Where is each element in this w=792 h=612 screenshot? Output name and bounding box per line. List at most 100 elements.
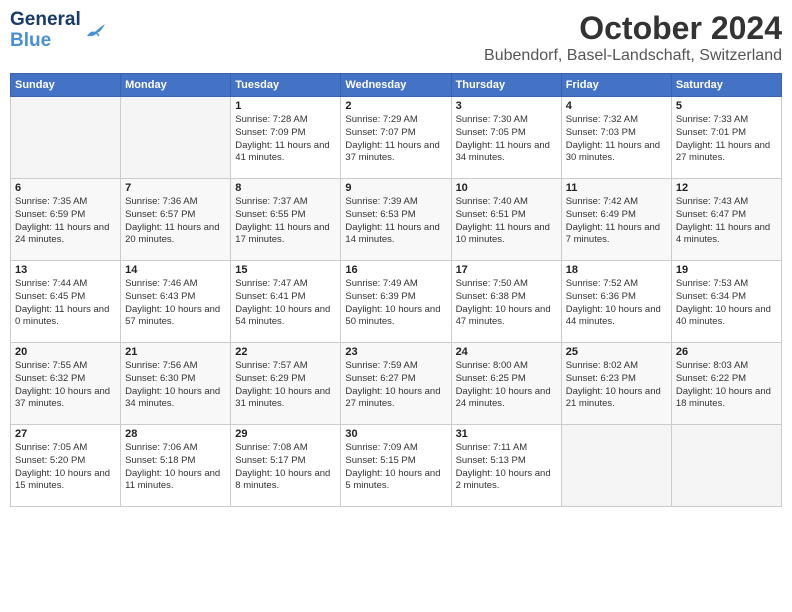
day-info: Sunrise: 8:00 AMSunset: 6:25 PMDaylight:… <box>456 360 557 411</box>
day-number: 14 <box>125 264 226 276</box>
day-number: 10 <box>456 182 557 194</box>
table-row: 20 Sunrise: 7:55 AMSunset: 6:32 PMDaylig… <box>11 343 121 425</box>
day-info: Sunrise: 7:39 AMSunset: 6:53 PMDaylight:… <box>345 196 446 247</box>
day-info: Sunrise: 7:49 AMSunset: 6:39 PMDaylight:… <box>345 278 446 329</box>
table-row: 30 Sunrise: 7:09 AMSunset: 5:15 PMDaylig… <box>341 425 451 507</box>
day-info: Sunrise: 8:03 AMSunset: 6:22 PMDaylight:… <box>676 360 777 411</box>
table-row: 8 Sunrise: 7:37 AMSunset: 6:55 PMDayligh… <box>231 179 341 261</box>
day-info: Sunrise: 7:52 AMSunset: 6:36 PMDaylight:… <box>566 278 667 329</box>
day-number: 18 <box>566 264 667 276</box>
table-row: 2 Sunrise: 7:29 AMSunset: 7:07 PMDayligh… <box>341 97 451 179</box>
table-row: 16 Sunrise: 7:49 AMSunset: 6:39 PMDaylig… <box>341 261 451 343</box>
day-info: Sunrise: 7:50 AMSunset: 6:38 PMDaylight:… <box>456 278 557 329</box>
table-row <box>11 97 121 179</box>
day-info: Sunrise: 7:44 AMSunset: 6:45 PMDaylight:… <box>15 278 116 329</box>
day-number: 2 <box>345 100 446 112</box>
day-number: 21 <box>125 346 226 358</box>
table-row: 28 Sunrise: 7:06 AMSunset: 5:18 PMDaylig… <box>121 425 231 507</box>
col-saturday: Saturday <box>671 74 781 97</box>
day-number: 3 <box>456 100 557 112</box>
day-info: Sunrise: 7:33 AMSunset: 7:01 PMDaylight:… <box>676 114 777 165</box>
day-info: Sunrise: 7:59 AMSunset: 6:27 PMDaylight:… <box>345 360 446 411</box>
day-info: Sunrise: 8:02 AMSunset: 6:23 PMDaylight:… <box>566 360 667 411</box>
day-number: 7 <box>125 182 226 194</box>
table-row: 10 Sunrise: 7:40 AMSunset: 6:51 PMDaylig… <box>451 179 561 261</box>
day-info: Sunrise: 7:56 AMSunset: 6:30 PMDaylight:… <box>125 360 226 411</box>
day-info: Sunrise: 7:08 AMSunset: 5:17 PMDaylight:… <box>235 442 336 493</box>
table-row: 1 Sunrise: 7:28 AMSunset: 7:09 PMDayligh… <box>231 97 341 179</box>
day-number: 5 <box>676 100 777 112</box>
day-info: Sunrise: 7:09 AMSunset: 5:15 PMDaylight:… <box>345 442 446 493</box>
day-info: Sunrise: 7:30 AMSunset: 7:05 PMDaylight:… <box>456 114 557 165</box>
day-info: Sunrise: 7:29 AMSunset: 7:07 PMDaylight:… <box>345 114 446 165</box>
table-row: 19 Sunrise: 7:53 AMSunset: 6:34 PMDaylig… <box>671 261 781 343</box>
day-number: 16 <box>345 264 446 276</box>
day-number: 28 <box>125 428 226 440</box>
day-info: Sunrise: 7:11 AMSunset: 5:13 PMDaylight:… <box>456 442 557 493</box>
logo-line1: General <box>10 10 81 31</box>
day-number: 20 <box>15 346 116 358</box>
day-number: 22 <box>235 346 336 358</box>
table-row: 4 Sunrise: 7:32 AMSunset: 7:03 PMDayligh… <box>561 97 671 179</box>
table-row <box>561 425 671 507</box>
table-row: 22 Sunrise: 7:57 AMSunset: 6:29 PMDaylig… <box>231 343 341 425</box>
table-row: 6 Sunrise: 7:35 AMSunset: 6:59 PMDayligh… <box>11 179 121 261</box>
day-number: 19 <box>676 264 777 276</box>
calendar-week-row: 20 Sunrise: 7:55 AMSunset: 6:32 PMDaylig… <box>11 343 782 425</box>
day-info: Sunrise: 7:36 AMSunset: 6:57 PMDaylight:… <box>125 196 226 247</box>
location: Bubendorf, Basel-Landschaft, Switzerland <box>484 47 782 65</box>
table-row: 13 Sunrise: 7:44 AMSunset: 6:45 PMDaylig… <box>11 261 121 343</box>
day-number: 4 <box>566 100 667 112</box>
col-wednesday: Wednesday <box>341 74 451 97</box>
calendar-week-row: 1 Sunrise: 7:28 AMSunset: 7:09 PMDayligh… <box>11 97 782 179</box>
month-title: October 2024 <box>484 10 782 47</box>
calendar-week-row: 13 Sunrise: 7:44 AMSunset: 6:45 PMDaylig… <box>11 261 782 343</box>
table-row: 18 Sunrise: 7:52 AMSunset: 6:36 PMDaylig… <box>561 261 671 343</box>
day-number: 8 <box>235 182 336 194</box>
day-info: Sunrise: 7:05 AMSunset: 5:20 PMDaylight:… <box>15 442 116 493</box>
title-section: October 2024 Bubendorf, Basel-Landschaft… <box>484 10 782 65</box>
table-row: 15 Sunrise: 7:47 AMSunset: 6:41 PMDaylig… <box>231 261 341 343</box>
table-row: 3 Sunrise: 7:30 AMSunset: 7:05 PMDayligh… <box>451 97 561 179</box>
table-row: 5 Sunrise: 7:33 AMSunset: 7:01 PMDayligh… <box>671 97 781 179</box>
day-info: Sunrise: 7:06 AMSunset: 5:18 PMDaylight:… <box>125 442 226 493</box>
day-info: Sunrise: 7:32 AMSunset: 7:03 PMDaylight:… <box>566 114 667 165</box>
table-row: 21 Sunrise: 7:56 AMSunset: 6:30 PMDaylig… <box>121 343 231 425</box>
day-number: 24 <box>456 346 557 358</box>
day-info: Sunrise: 7:35 AMSunset: 6:59 PMDaylight:… <box>15 196 116 247</box>
day-info: Sunrise: 7:42 AMSunset: 6:49 PMDaylight:… <box>566 196 667 247</box>
table-row: 7 Sunrise: 7:36 AMSunset: 6:57 PMDayligh… <box>121 179 231 261</box>
calendar-header-row: Sunday Monday Tuesday Wednesday Thursday… <box>11 74 782 97</box>
logo-bird-icon <box>85 22 107 40</box>
day-number: 26 <box>676 346 777 358</box>
table-row: 14 Sunrise: 7:46 AMSunset: 6:43 PMDaylig… <box>121 261 231 343</box>
day-number: 11 <box>566 182 667 194</box>
day-number: 25 <box>566 346 667 358</box>
table-row: 24 Sunrise: 8:00 AMSunset: 6:25 PMDaylig… <box>451 343 561 425</box>
day-info: Sunrise: 7:53 AMSunset: 6:34 PMDaylight:… <box>676 278 777 329</box>
table-row: 25 Sunrise: 8:02 AMSunset: 6:23 PMDaylig… <box>561 343 671 425</box>
table-row: 23 Sunrise: 7:59 AMSunset: 6:27 PMDaylig… <box>341 343 451 425</box>
day-number: 31 <box>456 428 557 440</box>
day-number: 17 <box>456 264 557 276</box>
table-row: 26 Sunrise: 8:03 AMSunset: 6:22 PMDaylig… <box>671 343 781 425</box>
day-info: Sunrise: 7:40 AMSunset: 6:51 PMDaylight:… <box>456 196 557 247</box>
calendar: Sunday Monday Tuesday Wednesday Thursday… <box>10 73 782 507</box>
table-row: 12 Sunrise: 7:43 AMSunset: 6:47 PMDaylig… <box>671 179 781 261</box>
day-info: Sunrise: 7:55 AMSunset: 6:32 PMDaylight:… <box>15 360 116 411</box>
table-row: 17 Sunrise: 7:50 AMSunset: 6:38 PMDaylig… <box>451 261 561 343</box>
logo: General Blue <box>10 10 107 52</box>
day-number: 6 <box>15 182 116 194</box>
day-info: Sunrise: 7:47 AMSunset: 6:41 PMDaylight:… <box>235 278 336 329</box>
calendar-week-row: 27 Sunrise: 7:05 AMSunset: 5:20 PMDaylig… <box>11 425 782 507</box>
day-number: 23 <box>345 346 446 358</box>
day-number: 29 <box>235 428 336 440</box>
col-monday: Monday <box>121 74 231 97</box>
col-sunday: Sunday <box>11 74 121 97</box>
day-number: 12 <box>676 182 777 194</box>
col-friday: Friday <box>561 74 671 97</box>
table-row <box>121 97 231 179</box>
day-number: 30 <box>345 428 446 440</box>
day-info: Sunrise: 7:57 AMSunset: 6:29 PMDaylight:… <box>235 360 336 411</box>
header: General Blue October 2024 Bubendorf, Bas… <box>10 10 782 65</box>
